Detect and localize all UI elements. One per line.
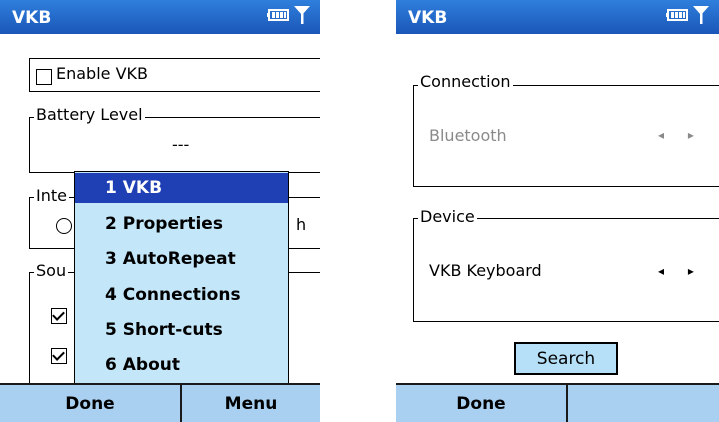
menu-item-shortcuts[interactable]: 5 Short-cuts: [75, 315, 288, 345]
sound-checkbox-2[interactable]: [51, 345, 67, 364]
status-icons: [666, 6, 709, 24]
battery-level-label: Battery Level: [34, 105, 145, 124]
right-softkey[interactable]: [568, 385, 719, 422]
connection-arrows[interactable]: ◂ ▸: [658, 128, 704, 142]
battery-icon: [267, 9, 289, 21]
device-arrows[interactable]: ◂ ▸: [658, 264, 704, 278]
connection-value: Bluetooth: [429, 126, 507, 145]
checkbox-checked-icon: [51, 347, 67, 364]
menu-softkey[interactable]: Menu: [182, 385, 320, 422]
menu-item-properties[interactable]: 2 Properties: [75, 209, 288, 239]
menu-item-about[interactable]: 6 About: [75, 350, 288, 380]
menu-item-label: 6 About: [105, 355, 180, 375]
menu-item-label: 4 Connections: [105, 285, 241, 305]
done-softkey[interactable]: Done: [0, 385, 180, 422]
enable-vkb-box: Enable VKB: [29, 58, 320, 92]
connection-label: Connection: [418, 72, 513, 91]
battery-level-value: ---: [172, 135, 190, 154]
battery-icon: [666, 9, 688, 21]
search-button[interactable]: Search: [514, 342, 618, 375]
status-icons: [267, 6, 310, 24]
title-bar: VKB: [0, 0, 320, 34]
radio-label-fragment: h: [296, 215, 307, 234]
radio-button[interactable]: [56, 218, 72, 234]
device-label: Device: [418, 207, 477, 226]
signal-icon: [294, 6, 310, 24]
popup-menu: 1 VKB 2 Properties 3 AutoRepeat 4 Connec…: [74, 171, 289, 388]
menu-item-label: 2 Properties: [105, 214, 223, 234]
checkbox-checked-icon: [51, 307, 67, 324]
softkey-bar: Done Menu: [0, 383, 320, 422]
left-screen: VKB Enable VKB Battery Level --- Inte h: [0, 0, 320, 422]
interface-label: Inte: [34, 186, 69, 205]
enable-vkb-checkbox[interactable]: [36, 66, 52, 85]
sound-label: Sou: [34, 261, 69, 280]
signal-icon: [693, 6, 709, 24]
sound-checkbox-1[interactable]: [51, 305, 67, 324]
app-title: VKB: [12, 8, 52, 28]
done-softkey[interactable]: Done: [396, 385, 566, 422]
softkey-bar: Done: [396, 383, 719, 422]
title-bar: VKB: [396, 0, 719, 34]
menu-item-label: 5 Short-cuts: [105, 320, 223, 340]
enable-vkb-label: Enable VKB: [56, 64, 148, 83]
device-value: VKB Keyboard: [429, 261, 542, 280]
right-screen: VKB Connection Bluetooth ◂ ▸ Device VKB …: [396, 0, 719, 422]
menu-item-label: 3 AutoRepeat: [105, 249, 236, 269]
menu-item-connections[interactable]: 4 Connections: [75, 280, 288, 310]
menu-item-autorepeat[interactable]: 3 AutoRepeat: [75, 244, 288, 274]
checkbox-icon: [36, 68, 52, 85]
app-title: VKB: [408, 8, 448, 28]
menu-item-label: 1 VKB: [105, 178, 163, 198]
menu-item-vkb[interactable]: 1 VKB: [75, 173, 288, 203]
